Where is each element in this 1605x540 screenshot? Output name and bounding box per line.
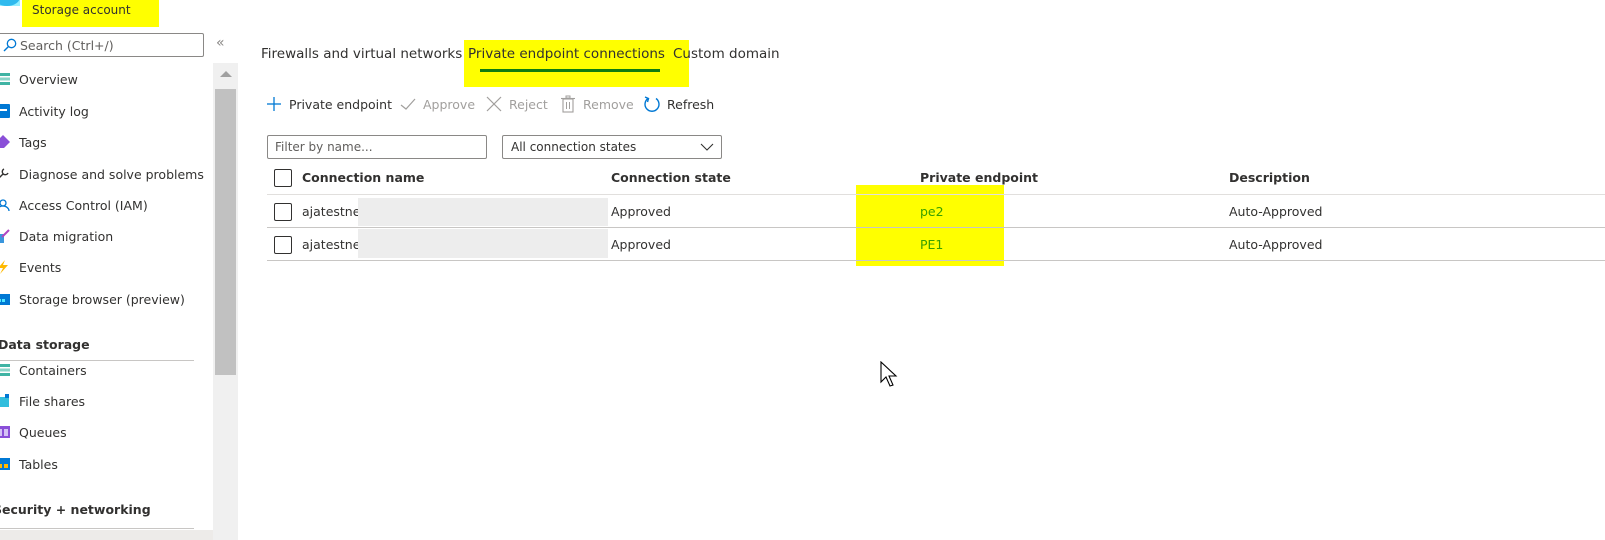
sidebar-item-label: Events (19, 259, 62, 275)
trash-icon (561, 95, 575, 113)
sidebar-scrollbar[interactable] (213, 63, 238, 540)
refresh-icon (644, 96, 660, 112)
tables-icon (0, 458, 10, 470)
sidebar-item-containers[interactable]: Containers (0, 354, 210, 386)
tab-custom-domain[interactable]: Custom domain (673, 46, 780, 62)
column-header-description[interactable]: Description (1229, 161, 1310, 194)
row-checkbox[interactable] (274, 203, 292, 221)
plus-icon (267, 97, 281, 111)
select-all-checkbox[interactable] (274, 169, 292, 187)
activity-log-icon (0, 104, 10, 118)
resource-type-title: Storage account (32, 3, 131, 17)
containers-icon (0, 364, 10, 376)
search-icon (3, 38, 17, 52)
connection-description: Auto-Approved (1229, 237, 1323, 252)
scroll-thumb[interactable] (215, 89, 236, 375)
column-header-connection-name[interactable]: Connection name (302, 161, 424, 194)
sidebar-item-events[interactable]: Events (0, 251, 210, 283)
refresh-button[interactable]: Refresh (643, 92, 714, 116)
connection-state-dropdown[interactable]: All connection states (502, 135, 722, 159)
approve-button[interactable]: Approve (399, 92, 475, 116)
sidebar-item-activity-log[interactable]: Activity log (0, 95, 210, 127)
add-private-endpoint-button[interactable]: Private endpoint (265, 92, 392, 116)
private-endpoint-cell: PE1 (920, 229, 943, 260)
sidebar-item-label: Diagnose and solve problems (19, 166, 204, 182)
sidebar-item-label: Data migration (19, 228, 114, 244)
remove-label: Remove (583, 96, 634, 112)
row-checkbox[interactable] (274, 236, 292, 254)
sidebar-section-security-networking: Security + networking (0, 502, 151, 517)
wrench-icon (0, 168, 9, 178)
sidebar-item-label: Access Control (IAM) (19, 197, 148, 213)
remove-button[interactable]: Remove (559, 92, 634, 116)
sidebar-item-label: Storage browser (preview) (19, 291, 185, 307)
sidebar-item-storage-browser[interactable]: Storage browser (preview) (0, 283, 210, 315)
tag-icon (0, 135, 10, 148)
table-header: Connection name Connection state Private… (267, 161, 1605, 195)
sidebar-selected-item-partial[interactable] (0, 530, 213, 540)
redacted-region (358, 229, 608, 258)
reject-button[interactable]: Reject (485, 92, 548, 116)
sidebar-section-data-storage: Data storage (0, 337, 90, 352)
approve-label: Approve (423, 96, 476, 112)
section-divider (0, 528, 194, 529)
sidebar-item-tables[interactable]: Tables (0, 448, 210, 480)
data-migration-icon (0, 229, 10, 243)
collapse-sidebar-button[interactable]: « (216, 35, 230, 51)
scroll-up-arrow-icon[interactable] (220, 71, 232, 77)
table-row[interactable]: ajatestnet Approved pe2 Auto-Approved (267, 196, 1605, 228)
double-chevron-left-icon: « (216, 35, 225, 51)
column-header-private-endpoint[interactable]: Private endpoint (920, 161, 1038, 194)
sidebar-item-data-migration[interactable]: Data migration (0, 220, 210, 252)
queues-icon (0, 426, 10, 438)
sidebar-search-input[interactable] (20, 37, 200, 53)
private-endpoint-link[interactable]: pe2 (920, 204, 944, 219)
tab-firewalls-virtual-networks[interactable]: Firewalls and virtual networks (261, 46, 462, 62)
sidebar-item-queues[interactable]: Queues (0, 416, 210, 448)
tab-private-endpoint-connections[interactable]: Private endpoint connections (468, 46, 665, 62)
connection-name: ajatestnet (302, 237, 366, 252)
sidebar-item-label: Queues (19, 424, 67, 440)
sidebar-item-label: Activity log (19, 103, 89, 119)
sidebar-item-diagnose[interactable]: Diagnose and solve problems (0, 158, 210, 190)
sidebar-item-label: Tables (19, 456, 58, 472)
sidebar-search[interactable] (0, 33, 204, 57)
chevron-down-icon (700, 143, 714, 151)
overview-icon (0, 73, 10, 85)
file-shares-icon (0, 394, 9, 407)
mouse-cursor-icon (880, 361, 898, 387)
private-endpoint-link[interactable]: PE1 (920, 237, 943, 252)
sidebar-item-access-control[interactable]: Access Control (IAM) (0, 189, 210, 221)
storage-account-icon (0, 0, 20, 6)
redacted-region (358, 198, 608, 226)
connection-state: Approved (611, 237, 671, 252)
connection-name: ajatestnet (302, 204, 366, 219)
sidebar-item-label: Overview (19, 71, 78, 87)
connection-state-selected: All connection states (511, 140, 637, 154)
filter-by-name-input[interactable] (267, 135, 487, 159)
sidebar: Storage account « Overview Activity log … (0, 0, 240, 540)
sidebar-item-file-shares[interactable]: File shares (0, 385, 210, 417)
storage-browser-icon (0, 294, 10, 305)
people-icon (0, 199, 10, 212)
active-tab-indicator (480, 69, 660, 72)
checkmark-icon (400, 98, 416, 110)
sidebar-item-label: File shares (19, 393, 86, 409)
main-content: Firewalls and virtual networks Private e… (240, 0, 1605, 540)
sidebar-item-label: Containers (19, 362, 87, 378)
connection-state: Approved (611, 204, 671, 219)
refresh-label: Refresh (667, 96, 715, 112)
sidebar-item-label: Tags (19, 134, 47, 150)
lightning-icon (0, 260, 8, 274)
reject-label: Reject (509, 96, 548, 112)
table-row[interactable]: ajatestnet Approved PE1 Auto-Approved (267, 229, 1605, 261)
column-header-connection-state[interactable]: Connection state (611, 161, 731, 194)
sidebar-item-overview[interactable]: Overview (0, 63, 210, 95)
connection-description: Auto-Approved (1229, 204, 1323, 219)
sidebar-item-tags[interactable]: Tags (0, 126, 210, 158)
add-private-endpoint-label: Private endpoint (289, 96, 392, 112)
close-icon (486, 96, 502, 112)
private-endpoint-cell: pe2 (920, 196, 944, 227)
